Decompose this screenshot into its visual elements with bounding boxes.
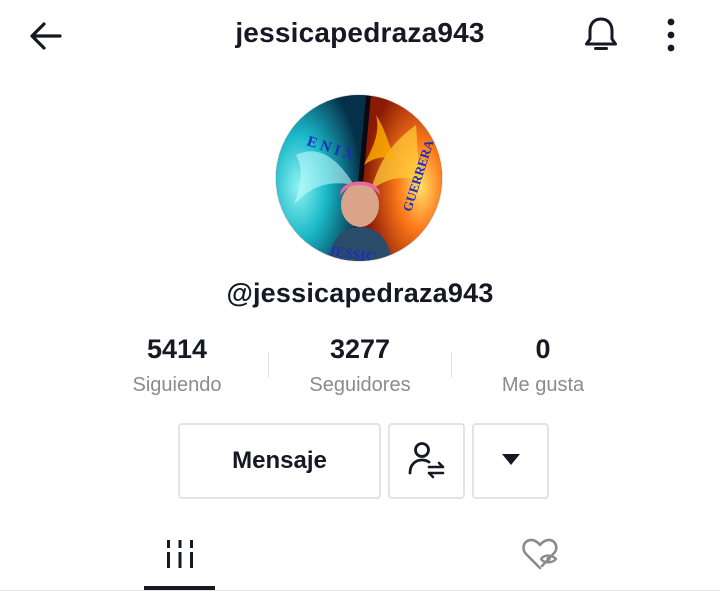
follow-options-button[interactable]: [388, 423, 465, 499]
message-button[interactable]: Mensaje: [178, 423, 381, 499]
stat-likes-value: 0: [535, 334, 551, 364]
more-options-button[interactable]: [472, 423, 549, 499]
stat-followers-label: Seguidores: [309, 374, 411, 396]
bell-icon[interactable]: [580, 14, 622, 56]
stat-following-label: Siguiendo: [132, 374, 222, 396]
stat-followers-value: 3277: [329, 334, 391, 364]
stat-likes[interactable]: 0 Me gusta: [453, 332, 633, 397]
stat-followers[interactable]: 3277 Seguidores: [270, 332, 450, 397]
stat-following-value: 5414: [146, 334, 208, 364]
profile-tabs: [0, 520, 720, 592]
tab-videos[interactable]: [144, 520, 216, 592]
tabs-divider: [0, 590, 720, 591]
stat-divider: [451, 352, 452, 378]
stat-likes-label: Me gusta: [501, 374, 585, 396]
caret-down-icon: [500, 451, 522, 472]
video-grid-icon: [164, 538, 196, 575]
profile-handle: @jessicapedraza943: [226, 278, 494, 308]
user-swap-icon: [407, 439, 447, 484]
profile-stats: 5414 Siguiendo 3277 Seguidores 0 Me gust…: [0, 332, 720, 402]
stat-divider: [268, 352, 269, 378]
tab-liked[interactable]: [504, 520, 576, 592]
profile-avatar[interactable]: E N I X GUERRERA JESSIC: [276, 95, 442, 261]
stat-following[interactable]: 5414 Siguiendo: [87, 332, 267, 397]
more-vertical-icon[interactable]: [656, 14, 686, 56]
liked-hidden-icon: [521, 537, 559, 576]
top-bar: jessicapedraza943: [0, 0, 720, 72]
